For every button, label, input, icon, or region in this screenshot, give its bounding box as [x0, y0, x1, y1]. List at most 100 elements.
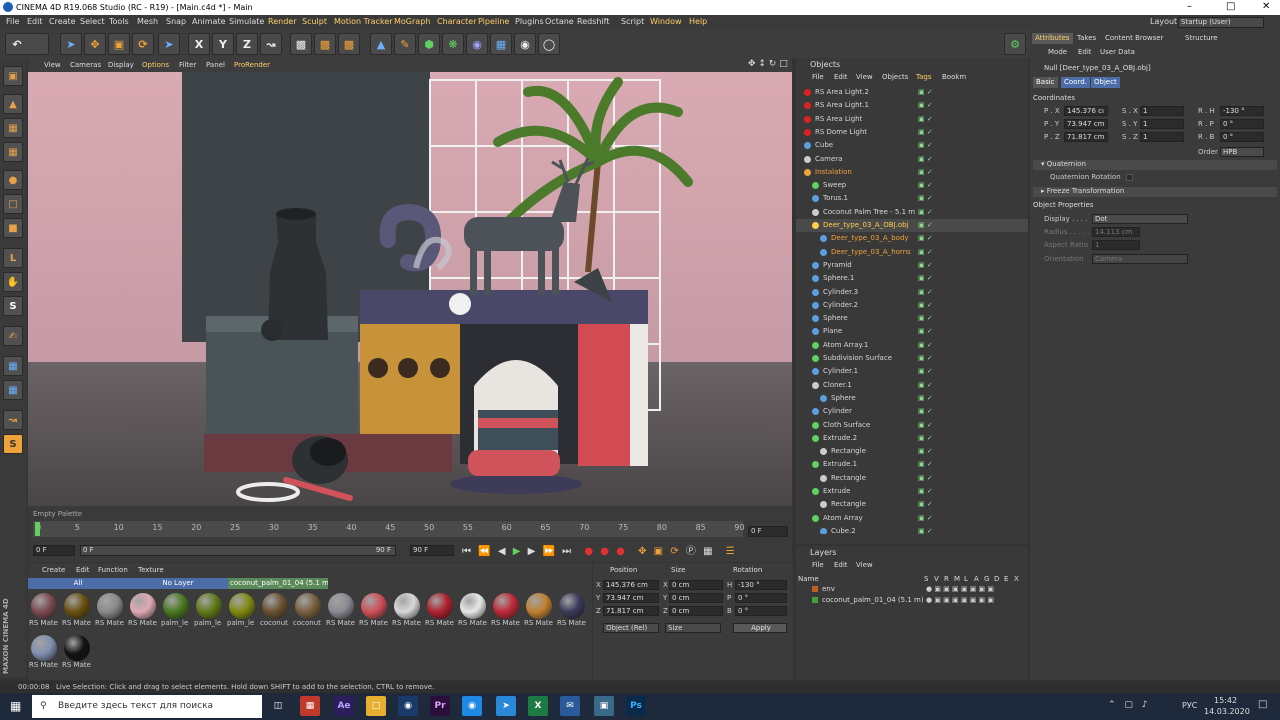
- visibility-toggles[interactable]: ▣ ✓: [918, 487, 936, 496]
- material-swatch[interactable]: RS Mate: [491, 593, 521, 635]
- play-icon[interactable]: ▶: [513, 546, 521, 557]
- current-frame-field[interactable]: 0 F: [748, 526, 788, 537]
- material-swatch[interactable]: palm_le: [194, 593, 224, 635]
- rotate-key-icon[interactable]: ⟳: [670, 546, 678, 557]
- language-indicator[interactable]: РУС: [1182, 701, 1197, 710]
- material-swatch[interactable]: RS Mate: [326, 593, 356, 635]
- go-to-end-icon[interactable]: ⏭: [562, 546, 571, 557]
- object-row[interactable]: Rectangle ▣ ✓: [796, 445, 1028, 458]
- material-menu-create[interactable]: Create: [42, 566, 65, 574]
- snap-button[interactable]: S: [3, 296, 23, 316]
- enable-axis-button[interactable]: ↝: [3, 410, 23, 430]
- sculpt-mode-button[interactable]: ✍: [3, 326, 23, 346]
- material-filter-coconut[interactable]: coconut_palm_01_04 (5.1 m): [228, 578, 328, 589]
- object-row[interactable]: Sphere.1 ▣ ✓: [796, 272, 1028, 285]
- layout-button[interactable]: ⚙: [1004, 33, 1026, 55]
- visibility-toggles[interactable]: ▣ ✓: [918, 421, 936, 430]
- menu-item-help[interactable]: Help: [689, 17, 707, 26]
- subdivision-button[interactable]: ⬢: [418, 33, 440, 55]
- object-row[interactable]: Cylinder.2 ▣ ✓: [796, 299, 1028, 312]
- object-row[interactable]: Sphere ▣ ✓: [796, 392, 1028, 405]
- tray-volume-icon[interactable]: ♪: [1142, 700, 1148, 710]
- make-editable-button[interactable]: ▣: [3, 66, 23, 86]
- material-swatch[interactable]: palm_le: [227, 593, 257, 635]
- scale-button[interactable]: ▣: [108, 33, 130, 55]
- object-row[interactable]: Plane ▣ ✓: [796, 325, 1028, 338]
- visibility-toggles[interactable]: ▣ ✓: [918, 261, 936, 270]
- app-icon-1[interactable]: ▦: [300, 696, 320, 716]
- chrome-icon[interactable]: ◉: [462, 696, 482, 716]
- material-swatch[interactable]: RS Mate: [95, 593, 125, 635]
- object-row[interactable]: Cylinder.3 ▣ ✓: [796, 286, 1028, 299]
- material-swatch[interactable]: RS Mate: [128, 593, 158, 635]
- layers-menu-view[interactable]: View: [856, 561, 873, 569]
- menu-item-script[interactable]: Script: [621, 17, 644, 26]
- visibility-toggles[interactable]: ▣ ✓: [918, 208, 936, 217]
- after-effects-icon[interactable]: Ae: [334, 696, 354, 716]
- visibility-toggles[interactable]: ▣ ✓: [918, 221, 936, 230]
- object-row[interactable]: Cloth Surface ▣ ✓: [796, 419, 1028, 432]
- viewport-menu-filter[interactable]: Filter: [179, 61, 196, 69]
- object-row[interactable]: Deer_type_03_A_OBJ.obj ▣ ✓: [796, 219, 1028, 232]
- object-row[interactable]: Cylinder.1 ▣ ✓: [796, 365, 1028, 378]
- material-menu-edit[interactable]: Edit: [76, 566, 90, 574]
- cube-button[interactable]: ▲: [370, 33, 392, 55]
- visibility-toggles[interactable]: ▣ ✓: [918, 115, 936, 124]
- task-view-icon[interactable]: ◫: [268, 696, 288, 716]
- material-swatch[interactable]: RS Mate: [392, 593, 422, 635]
- next-key-icon[interactable]: ⏩: [543, 546, 555, 557]
- menu-item-sculpt[interactable]: Sculpt: [302, 17, 327, 26]
- autokey-icon[interactable]: ●: [600, 546, 609, 557]
- material-swatch[interactable]: RS Mate: [62, 635, 92, 677]
- visibility-toggles[interactable]: ▣ ✓: [918, 181, 936, 190]
- display-select[interactable]: Dot: [1092, 214, 1188, 224]
- tray-up-icon[interactable]: ⌃: [1108, 700, 1116, 710]
- material-swatch[interactable]: RS Mate: [458, 593, 488, 635]
- grid-mode-button[interactable]: ▦: [3, 356, 23, 376]
- material-swatch[interactable]: RS Mate: [29, 635, 59, 677]
- z-axis-button[interactable]: Z: [236, 33, 258, 55]
- attr-tab-attributes[interactable]: Attributes: [1032, 33, 1073, 44]
- attr-pos-field[interactable]: 73.947 cm: [1064, 119, 1108, 129]
- timeline-menu-icon[interactable]: ☰: [726, 546, 735, 557]
- attr-subtab-basic[interactable]: Basic: [1033, 77, 1058, 88]
- attr-tab-takes[interactable]: Takes: [1074, 33, 1099, 44]
- visibility-toggles[interactable]: ▣ ✓: [918, 155, 936, 164]
- menu-item-tools[interactable]: Tools: [109, 17, 129, 26]
- visibility-toggles[interactable]: ▣ ✓: [918, 327, 936, 336]
- coord-rot-field[interactable]: -130 °: [735, 580, 787, 590]
- visibility-toggles[interactable]: ▣ ✓: [918, 234, 936, 243]
- menu-item-animate[interactable]: Animate: [192, 17, 226, 26]
- rotate-button[interactable]: ⟳: [132, 33, 154, 55]
- taskbar-search[interactable]: ⚲ Введите здесь текст для поиска: [32, 695, 262, 718]
- edges-mode-button[interactable]: □: [3, 194, 23, 214]
- menu-item-snap[interactable]: Snap: [166, 17, 186, 26]
- layers-menu-file[interactable]: File: [812, 561, 824, 569]
- render-picture-viewer-button[interactable]: ▩: [314, 33, 336, 55]
- attr-scale-field[interactable]: 1: [1140, 106, 1184, 116]
- live-selection-button[interactable]: ➤: [60, 33, 82, 55]
- visibility-toggles[interactable]: ▣ ✓: [918, 447, 936, 456]
- menu-item-octane[interactable]: Octane: [545, 17, 574, 26]
- menu-item-mograph[interactable]: MoGraph: [394, 17, 430, 26]
- recent-tool-button[interactable]: ➤: [158, 33, 180, 55]
- visibility-toggles[interactable]: ▣ ✓: [918, 381, 936, 390]
- objects-menu-edit[interactable]: Edit: [834, 73, 848, 81]
- render-settings-button[interactable]: ▩: [338, 33, 360, 55]
- coord-system-button[interactable]: ↝: [260, 33, 282, 55]
- menu-item-mesh[interactable]: Mesh: [137, 17, 158, 26]
- pen-button[interactable]: ✎: [394, 33, 416, 55]
- material-swatch[interactable]: palm_le: [161, 593, 191, 635]
- menu-item-pipeline[interactable]: Pipeline: [478, 17, 509, 26]
- visibility-toggles[interactable]: ▣ ✓: [918, 274, 936, 283]
- quaternion-section[interactable]: ▾ Quaternion: [1033, 160, 1277, 170]
- material-swatch[interactable]: RS Mate: [524, 593, 554, 635]
- visibility-toggles[interactable]: ▣ ✓: [918, 341, 936, 350]
- layers-menu-edit[interactable]: Edit: [834, 561, 848, 569]
- coord-mode-select[interactable]: Object (Rel): [603, 623, 659, 633]
- object-row[interactable]: Coconut Palm Tree - 5.1 m ▣ ✓: [796, 206, 1028, 219]
- visibility-toggles[interactable]: ▣ ✓: [918, 460, 936, 469]
- x-axis-button[interactable]: X: [188, 33, 210, 55]
- coord-size-field[interactable]: 0 cm: [669, 580, 723, 590]
- prev-frame-icon[interactable]: ◀: [498, 546, 506, 557]
